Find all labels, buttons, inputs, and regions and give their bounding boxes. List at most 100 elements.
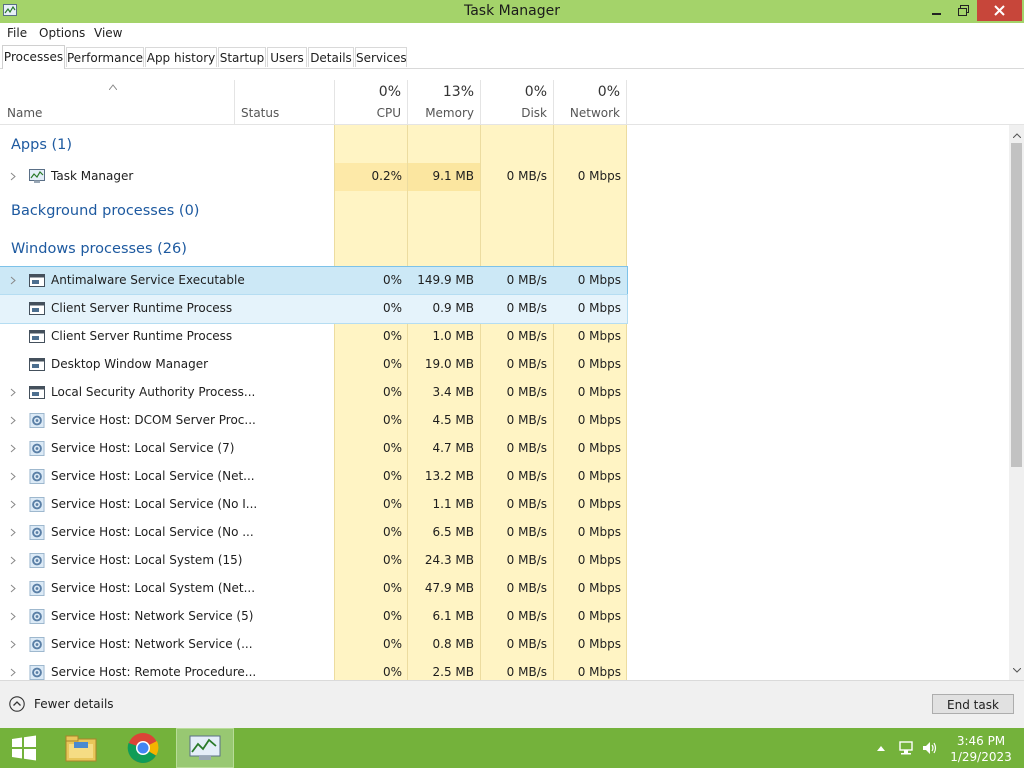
memory-value: 4.7 MB	[432, 441, 474, 455]
task-manager-icon	[189, 735, 221, 760]
network-value: 0 Mbps	[577, 329, 621, 343]
tab-performance[interactable]: Performance	[66, 47, 144, 67]
expand-arrow-icon[interactable]	[10, 172, 16, 181]
network-value: 0 Mbps	[577, 609, 621, 623]
disk-value: 0 MB/s	[506, 469, 547, 483]
process-row[interactable]: Antimalware Service Executable 0% 149.9 MB…	[0, 266, 628, 296]
taskbar-clock[interactable]: 3:46 PM 1/29/2023	[942, 733, 1020, 765]
tab-services[interactable]: Services	[355, 47, 407, 67]
scroll-thumb[interactable]	[1011, 143, 1022, 467]
footer-bar: Fewer details End task	[0, 680, 1024, 729]
tray-volume[interactable]	[920, 728, 940, 768]
process-row[interactable]: Local Security Authority Process... 0% 3.4…	[0, 379, 627, 407]
expand-arrow-icon[interactable]	[10, 640, 16, 649]
tab-users[interactable]: Users	[267, 47, 307, 67]
window-icon	[29, 386, 45, 399]
expand-arrow-icon[interactable]	[10, 500, 16, 509]
process-name: Desktop Window Manager	[51, 357, 209, 371]
expand-arrow-icon[interactable]	[10, 528, 16, 537]
clock-time: 3:46 PM	[956, 734, 1006, 748]
process-row[interactable]: Client Server Runtime Process 0% 0.9 MB 0 M…	[0, 294, 628, 324]
header-name[interactable]: Name	[0, 80, 234, 124]
expand-arrow-icon[interactable]	[10, 472, 16, 481]
disk-total: 0%	[524, 84, 547, 100]
expand-arrow-icon[interactable]	[10, 556, 16, 565]
fewer-details-link[interactable]: Fewer details	[34, 697, 114, 711]
start-button[interactable]	[0, 728, 48, 768]
process-row[interactable]: Service Host: DCOM Server Proc... 0% 4.5 M…	[0, 407, 627, 435]
expand-arrow-icon[interactable]	[10, 668, 16, 677]
process-row[interactable]: Service Host: Local System (Net... 0% 47.9…	[0, 575, 627, 603]
title-bar: Task Manager	[0, 0, 1024, 23]
scroll-down-button[interactable]	[1009, 662, 1024, 678]
header-cpu[interactable]: 0% CPU	[335, 80, 407, 124]
header-memory[interactable]: 13% Memory	[408, 80, 480, 124]
tab-processes[interactable]: Processes	[2, 45, 65, 69]
process-row[interactable]: Service Host: Local Service (No ... 0% 6.5…	[0, 519, 627, 547]
menu-options[interactable]: Options	[39, 26, 85, 40]
network-value: 0 Mbps	[577, 469, 621, 483]
expand-arrow-icon[interactable]	[10, 276, 16, 285]
process-row[interactable]: Client Server Runtime Process 0% 1.0 MB 0 M…	[0, 323, 627, 351]
disk-value: 0 MB/s	[506, 169, 547, 183]
memory-total: 13%	[442, 84, 474, 100]
vertical-scrollbar[interactable]	[1009, 125, 1024, 680]
expand-arrow-icon[interactable]	[10, 416, 16, 425]
tab-app-history[interactable]: App history	[145, 47, 217, 67]
memory-value: 13.2 MB	[424, 469, 474, 483]
process-name: Service Host: DCOM Server Proc...	[51, 413, 256, 427]
expand-arrow-icon[interactable]	[10, 612, 16, 621]
network-value: 0 Mbps	[577, 413, 621, 427]
close-button[interactable]	[977, 0, 1022, 21]
process-row[interactable]: Task Manager 0.2% 9.1 MB 0 MB/s 0 Mbps	[0, 163, 627, 191]
chevron-up-circle-icon[interactable]	[9, 696, 25, 712]
chrome-icon	[127, 733, 159, 764]
column-header: Name Status 0% CPU 13% Memory 0% Disk 0%…	[0, 80, 1024, 125]
memory-value: 6.1 MB	[432, 609, 474, 623]
file-explorer-icon	[65, 735, 97, 762]
process-name: Service Host: Local Service (7)	[51, 441, 235, 455]
minimize-button[interactable]	[924, 0, 950, 21]
process-row[interactable]: Service Host: Network Service (5) 0% 6.1 M…	[0, 603, 627, 631]
expand-arrow-icon[interactable]	[10, 388, 16, 397]
disk-value: 0 MB/s	[506, 441, 547, 455]
tab-details[interactable]: Details	[308, 47, 354, 67]
task-manager-icon	[29, 169, 45, 183]
group-windows: Windows processes (26)	[11, 241, 187, 257]
expand-arrow-icon[interactable]	[10, 444, 16, 453]
end-task-button[interactable]: End task	[932, 694, 1014, 714]
restore-button[interactable]	[950, 0, 976, 21]
network-value: 0 Mbps	[577, 301, 621, 315]
process-name: Client Server Runtime Process	[51, 301, 233, 315]
window-icon	[29, 302, 45, 315]
network-value: 0 Mbps	[577, 665, 621, 679]
memory-value: 6.5 MB	[432, 525, 474, 539]
cpu-value: 0%	[382, 357, 402, 371]
menu-file[interactable]: File	[7, 26, 27, 40]
cpu-value: 0%	[382, 665, 402, 679]
process-row[interactable]: Service Host: Local Service (Net... 0% 13.…	[0, 463, 627, 491]
show-hidden-icons[interactable]	[874, 728, 888, 768]
taskbar: 3:46 PM 1/29/2023	[0, 728, 1024, 768]
taskbar-chrome[interactable]	[118, 728, 168, 768]
process-row[interactable]: Service Host: Remote Procedure... 0% 2.5 M…	[0, 659, 627, 680]
taskbar-task-manager[interactable]	[176, 728, 234, 768]
header-status[interactable]: Status	[235, 80, 334, 124]
process-row[interactable]: Service Host: Local System (15) 0% 24.3 MB…	[0, 547, 627, 575]
process-row[interactable]: Service Host: Local Service (No I... 0% 1.…	[0, 491, 627, 519]
taskbar-file-explorer[interactable]	[56, 728, 106, 768]
header-disk[interactable]: 0% Disk	[481, 80, 553, 124]
menu-view[interactable]: View	[94, 26, 122, 40]
tab-startup[interactable]: Startup	[218, 47, 266, 67]
process-row[interactable]: Desktop Window Manager 0% 19.0 MB 0 MB/s 0 M…	[0, 351, 627, 379]
cpu-value: 0%	[382, 609, 402, 623]
tray-network[interactable]	[896, 728, 916, 768]
process-name: Antimalware Service Executable	[51, 273, 245, 287]
process-row[interactable]: Service Host: Local Service (7) 0% 4.7 MB 0…	[0, 435, 627, 463]
scroll-up-button[interactable]	[1009, 127, 1024, 143]
process-list[interactable]: Apps (1) Background processes (0) Window…	[0, 125, 1010, 680]
expand-arrow-icon[interactable]	[10, 584, 16, 593]
process-row[interactable]: Service Host: Network Service (... 0% 0.8 …	[0, 631, 627, 659]
memory-value: 9.1 MB	[432, 169, 474, 183]
header-network[interactable]: 0% Network	[554, 80, 626, 124]
